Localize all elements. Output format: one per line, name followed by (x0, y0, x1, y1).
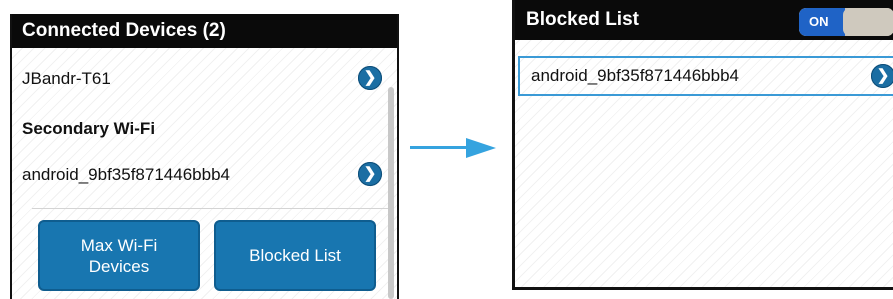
toggle-knob (843, 8, 893, 36)
max-wifi-devices-button[interactable]: Max Wi-Fi Devices (38, 220, 200, 291)
device-name: android_9bf35f871446bbb4 (22, 165, 230, 184)
chevron-right-icon[interactable]: ❯ (358, 162, 382, 186)
blocked-list-title: Blocked List (526, 9, 639, 30)
section-secondary-wifi: Secondary Wi-Fi (12, 111, 381, 145)
chevron-right-icon[interactable]: ❯ (871, 64, 893, 88)
section-label: Secondary Wi-Fi (22, 119, 156, 138)
blocked-list-button[interactable]: Blocked List (214, 220, 376, 291)
connected-devices-title: Connected Devices (2) (12, 14, 397, 48)
chevron-right-icon[interactable]: ❯ (358, 66, 382, 90)
device-name: JBandr-T61 (22, 69, 111, 88)
arrow-head-icon (466, 138, 496, 158)
divider (32, 208, 388, 209)
blocked-list-toggle[interactable]: ON (799, 8, 893, 36)
device-name: android_9bf35f871446bbb4 (531, 66, 739, 85)
blocked-list-panel: Blocked List ON android_9bf35f871446bbb4… (512, 0, 893, 290)
toggle-on-label: ON (799, 8, 845, 36)
blocked-device-row[interactable]: android_9bf35f871446bbb4 ❯ (518, 56, 893, 96)
connected-devices-panel: Connected Devices (2) JBandr-T61 ❯ Secon… (10, 14, 399, 299)
device-row-jbandr[interactable]: JBandr-T61 ❯ (12, 61, 382, 95)
arrow-right-icon (410, 146, 468, 149)
scrollbar[interactable] (388, 87, 394, 299)
device-row-android[interactable]: android_9bf35f871446bbb4 ❯ (12, 157, 382, 191)
